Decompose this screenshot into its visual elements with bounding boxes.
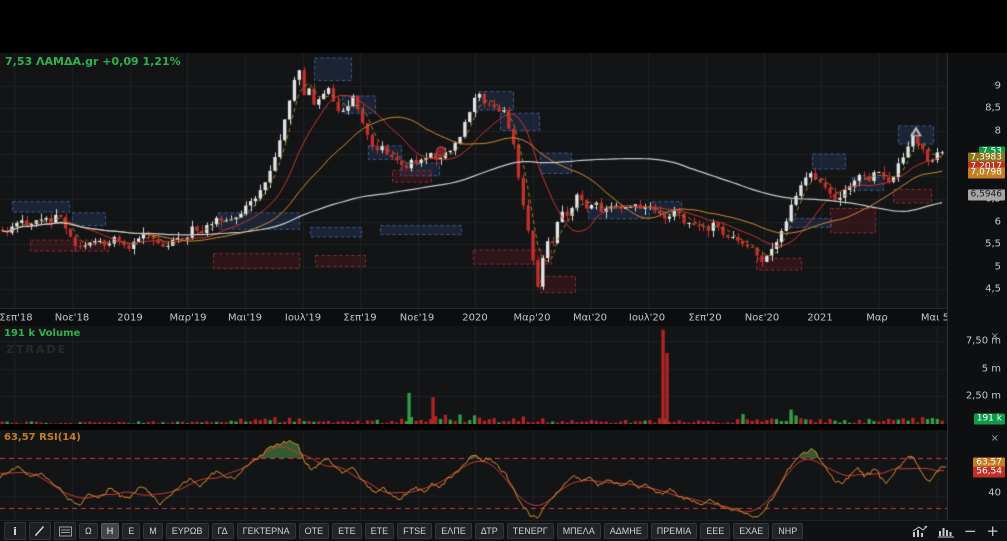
time-axis[interactable]: Σεπ'18 Νοε'18 2019 Μαρ'19 Μαι'19 Ιουλ'19 Σεπ'1… (0, 308, 1002, 328)
rsi-pane[interactable]: 63,57 RSI(14) (0, 427, 948, 523)
ticker-button-Ω[interactable]: Ω (79, 523, 98, 539)
price-axis-label: 5,5 (985, 238, 1001, 250)
time-axis-label: Μαι'19 (227, 312, 263, 324)
watchlist-button[interactable] (54, 522, 76, 540)
volume-tag: 191 k (973, 413, 1005, 425)
time-axis-label: Μαρ'20 (513, 312, 551, 324)
ticker-button-ΠΡΕΜΙΑ[interactable]: ΠΡΕΜΙΑ (650, 523, 698, 539)
time-axis-label: Ιουλ'20 (628, 312, 666, 324)
ticker-button-strip: Ω Η Ε Μ ΕΥΡΩΒ ΓΔ ΓΕΚΤΕΡΝΑ ΟΤΕ ΕΤΕ ΕΤΕ FTSE ΕΛΠΕ ΔΤΡ Τ… (79, 523, 804, 539)
ticker-button-ΕΧΑΕ[interactable]: ΕΧΑΕ (733, 523, 770, 539)
volume-pane[interactable]: 191 k Volume (0, 326, 948, 424)
zoom-out-button[interactable]: − (964, 523, 977, 539)
time-axis-label: Ιουλ'19 (284, 312, 322, 324)
ticker-button-ΜΠΕΛΑ[interactable]: ΜΠΕΛΑ (556, 523, 601, 539)
time-axis-label: 2019 (117, 312, 143, 324)
ticker-button-ΕΛΠΕ[interactable]: ΕΛΠΕ (435, 523, 472, 539)
bottom-toolbar: i Ω Η Ε Μ ΕΥΡΩΒ ΓΔ ΓΕΚΤΕΡΝΑ ΟΤΕ ΕΤΕ ΕΤΕ FTSE ΕΛΠΕ ΔΤ… (0, 520, 1007, 541)
price-axis-label: 9 (994, 80, 1001, 92)
ticker-button-Μ[interactable]: Μ (143, 523, 163, 539)
time-axis-label: Μαρ (866, 312, 888, 324)
ticker-button-ΝΗΡ[interactable]: ΝΗΡ (772, 523, 804, 539)
price-axis-label: 4,5 (985, 283, 1001, 295)
ztrade-watermark: ZTRADE (6, 343, 68, 356)
trading-app-window: ZTRADE 7,53 ΛΑΜΔΑ.gr +0,09 1,21% Σεπ'18 Ν… (0, 0, 1007, 541)
ticker-button-Η[interactable]: Η (100, 523, 120, 539)
time-axis-label: Μαι'20 (572, 312, 608, 324)
zoom-in-button[interactable]: + (986, 523, 999, 539)
price-axis-label: 8,5 (985, 102, 1001, 114)
ticker-button-ΟΤΕ[interactable]: ΟΤΕ (298, 523, 330, 539)
time-axis-label: Σεπ'19 (343, 312, 377, 324)
info-button[interactable]: i (4, 522, 26, 540)
time-axis-label: Νοε'18 (54, 312, 90, 324)
rsi-tag: 56,54 (973, 466, 1005, 478)
volume-histogram[interactable] (0, 326, 948, 424)
price-axis-column[interactable]: 98,587,576,565,554,57,537,39837,20177,07… (947, 53, 1007, 520)
time-axis-label: Μαι 5 (920, 312, 950, 324)
volume-pane-label: 191 k Volume (4, 328, 81, 339)
time-axis-label: Σεπ'20 (688, 312, 722, 324)
candlestick-chart[interactable] (0, 53, 948, 308)
time-axis-label: 2021 (807, 312, 833, 324)
price-axis-label: 6 (994, 216, 1001, 228)
ticker-button-Ε[interactable]: Ε (122, 523, 141, 539)
ticker-button-ΑΔΜΗΕ[interactable]: ΑΔΜΗΕ (603, 523, 648, 539)
ticker-button-ΕΤΕ[interactable]: ΕΤΕ (364, 523, 395, 539)
volume-toggle-button[interactable] (937, 525, 954, 538)
chart-zoom-controls: − + (912, 523, 1003, 539)
draw-button[interactable] (29, 522, 51, 540)
histogram-icon (937, 527, 954, 537)
price-chart-pane[interactable]: ZTRADE (0, 53, 948, 356)
line-chart-icon (912, 525, 928, 537)
ticker-button-ΓΕΚΤΕΡΝΑ[interactable]: ΓΕΚΤΕΡΝΑ (236, 523, 296, 539)
ticker-button-ΓΔ[interactable]: ΓΔ (211, 523, 234, 539)
time-axis-label: Μαρ'19 (169, 312, 207, 324)
rsi-axis-label: 40 (988, 487, 1001, 498)
price-axis-label: 8 (994, 125, 1001, 137)
ticker-button-ΕΕΕ[interactable]: ΕΕΕ (700, 523, 731, 539)
time-axis-label: Νοε'20 (744, 312, 780, 324)
volume-axis-label: 5 m (981, 363, 1001, 374)
symbol-quote-line: 7,53 ΛΑΜΔΑ.gr +0,09 1,21% (5, 55, 181, 68)
watchlist-icon (58, 526, 72, 536)
price-tag: 6,5946 (967, 189, 1005, 201)
ticker-button-FTSE[interactable]: FTSE (397, 523, 433, 539)
rsi-close-button[interactable]: × (991, 434, 999, 444)
price-tag: 7,0798 (967, 167, 1005, 179)
pencil-icon (34, 526, 45, 536)
ticker-button-ΔΤΡ[interactable]: ΔΤΡ (474, 523, 504, 539)
time-axis-label: 2020 (462, 312, 488, 324)
rsi-indicator-chart[interactable] (0, 430, 948, 523)
ticker-button-ΕΥΡΩΒ[interactable]: ΕΥΡΩΒ (165, 523, 209, 539)
line-chart-mode-button[interactable] (912, 525, 928, 538)
price-axis-label: 5 (994, 261, 1001, 273)
time-axis-label: Νοε'19 (399, 312, 435, 324)
info-icon: i (13, 524, 17, 538)
time-axis-label: Σεπ'18 (0, 312, 33, 324)
volume-close-button[interactable]: × (991, 332, 999, 342)
rsi-pane-label: 63,57 RSI(14) (4, 432, 81, 443)
ticker-button-ΕΤΕ[interactable]: ΕΤΕ (332, 523, 362, 539)
volume-axis-label: 2,50 m (965, 390, 1001, 402)
ticker-button-ΤΕΝΕΡΓ[interactable]: ΤΕΝΕΡΓ (506, 523, 554, 539)
